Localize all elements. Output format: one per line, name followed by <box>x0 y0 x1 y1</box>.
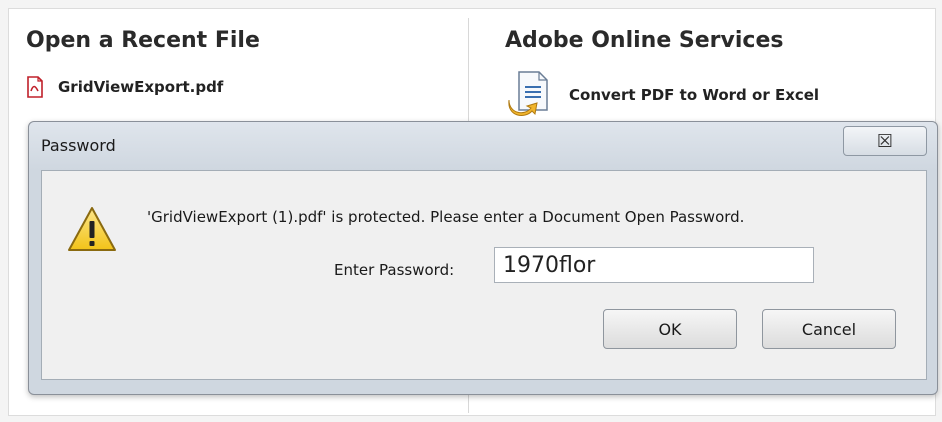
password-input[interactable] <box>494 247 814 283</box>
online-services-title: Adobe Online Services <box>505 28 784 53</box>
convert-pdf-service[interactable]: Convert PDF to Word or Excel <box>505 70 819 120</box>
recent-file-item[interactable]: GridViewExport.pdf <box>26 76 223 98</box>
dialog-titlebar[interactable]: Password ☒ <box>29 122 937 170</box>
close-icon: ☒ <box>876 130 894 152</box>
password-dialog: Password ☒ 'GridViewExport (1).pdf' is p… <box>28 121 938 395</box>
pdf-file-icon <box>26 76 44 98</box>
dialog-title: Password <box>41 136 116 155</box>
dialog-body: 'GridViewExport (1).pdf' is protected. P… <box>41 170 927 380</box>
protected-message: 'GridViewExport (1).pdf' is protected. P… <box>147 208 745 226</box>
warning-icon <box>66 205 118 255</box>
cancel-button[interactable]: Cancel <box>762 309 896 349</box>
password-label: Enter Password: <box>334 261 455 279</box>
close-button[interactable]: ☒ <box>843 126 927 156</box>
recent-files-title: Open a Recent File <box>26 28 260 53</box>
convert-pdf-label: Convert PDF to Word or Excel <box>569 86 820 104</box>
convert-document-icon <box>505 70 555 120</box>
ok-button[interactable]: OK <box>603 309 737 349</box>
recent-file-label: GridViewExport.pdf <box>58 78 224 96</box>
